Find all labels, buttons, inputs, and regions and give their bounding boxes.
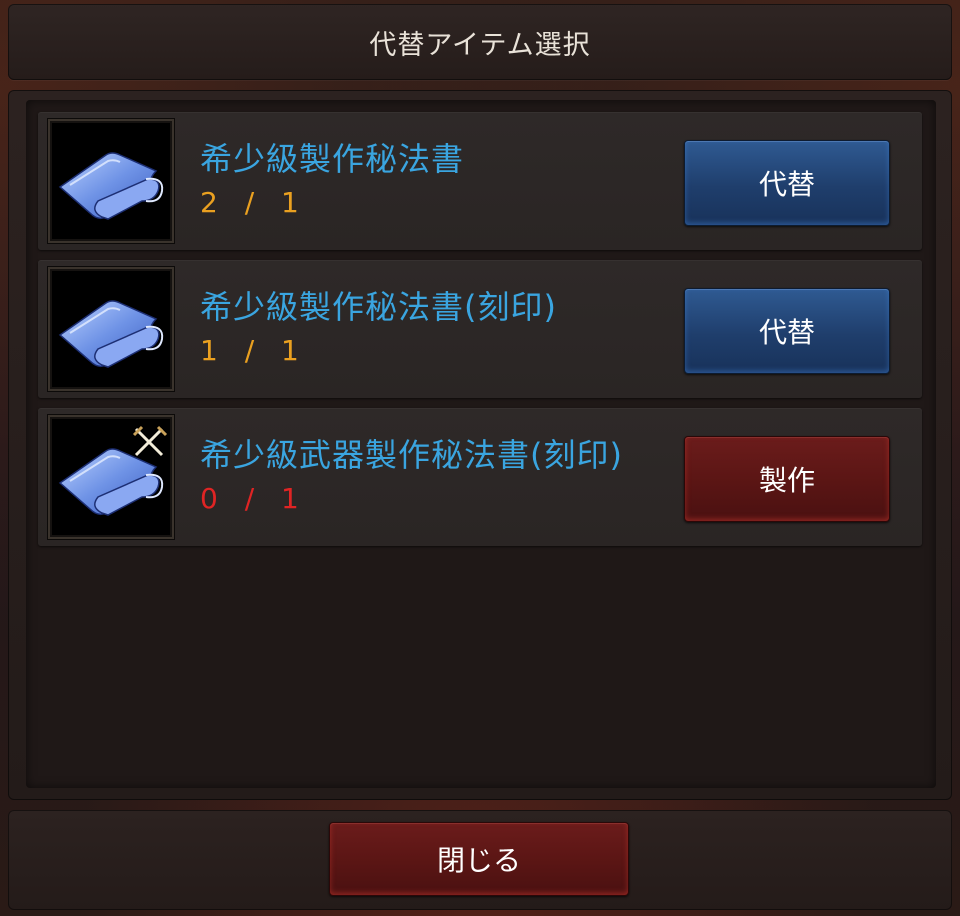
item-slot (48, 267, 174, 391)
substitute-item-dialog: 代替アイテム選択 希少級製作秘法書 2 / 1 代替 希少級製作秘法書(刻印) … (0, 0, 960, 916)
item-list-panel: 希少級製作秘法書 2 / 1 代替 希少級製作秘法書(刻印) 1 / 1 代替 … (8, 90, 952, 800)
close-button[interactable]: 閉じる (329, 822, 629, 896)
item-count: 1 / 1 (200, 334, 308, 367)
dialog-title: 代替アイテム選択 (369, 29, 591, 61)
item-name: 希少級製作秘法書(刻印) (200, 288, 557, 326)
item-name: 希少級武器製作秘法書(刻印) (200, 436, 623, 474)
item-count: 2 / 1 (200, 186, 308, 219)
blue-scroll-icon (58, 152, 164, 220)
item-list: 希少級製作秘法書 2 / 1 代替 希少級製作秘法書(刻印) 1 / 1 代替 … (26, 100, 936, 788)
blue-scroll-icon (58, 300, 164, 368)
footer: 閉じる (8, 810, 952, 910)
item-slot (48, 415, 174, 539)
item-row-1: 希少級製作秘法書 2 / 1 代替 (38, 112, 922, 250)
substitute-button[interactable]: 代替 (684, 140, 890, 226)
item-count: 0 / 1 (200, 482, 308, 515)
substitute-button[interactable]: 代替 (684, 288, 890, 374)
craft-button[interactable]: 製作 (684, 436, 890, 522)
item-slot (48, 119, 174, 243)
item-row-3: 希少級武器製作秘法書(刻印) 0 / 1 製作 (38, 408, 922, 546)
item-row-2: 希少級製作秘法書(刻印) 1 / 1 代替 (38, 260, 922, 398)
crossed-swords-icon (132, 425, 168, 457)
item-name: 希少級製作秘法書 (200, 140, 465, 178)
title-bar: 代替アイテム選択 (8, 4, 952, 80)
